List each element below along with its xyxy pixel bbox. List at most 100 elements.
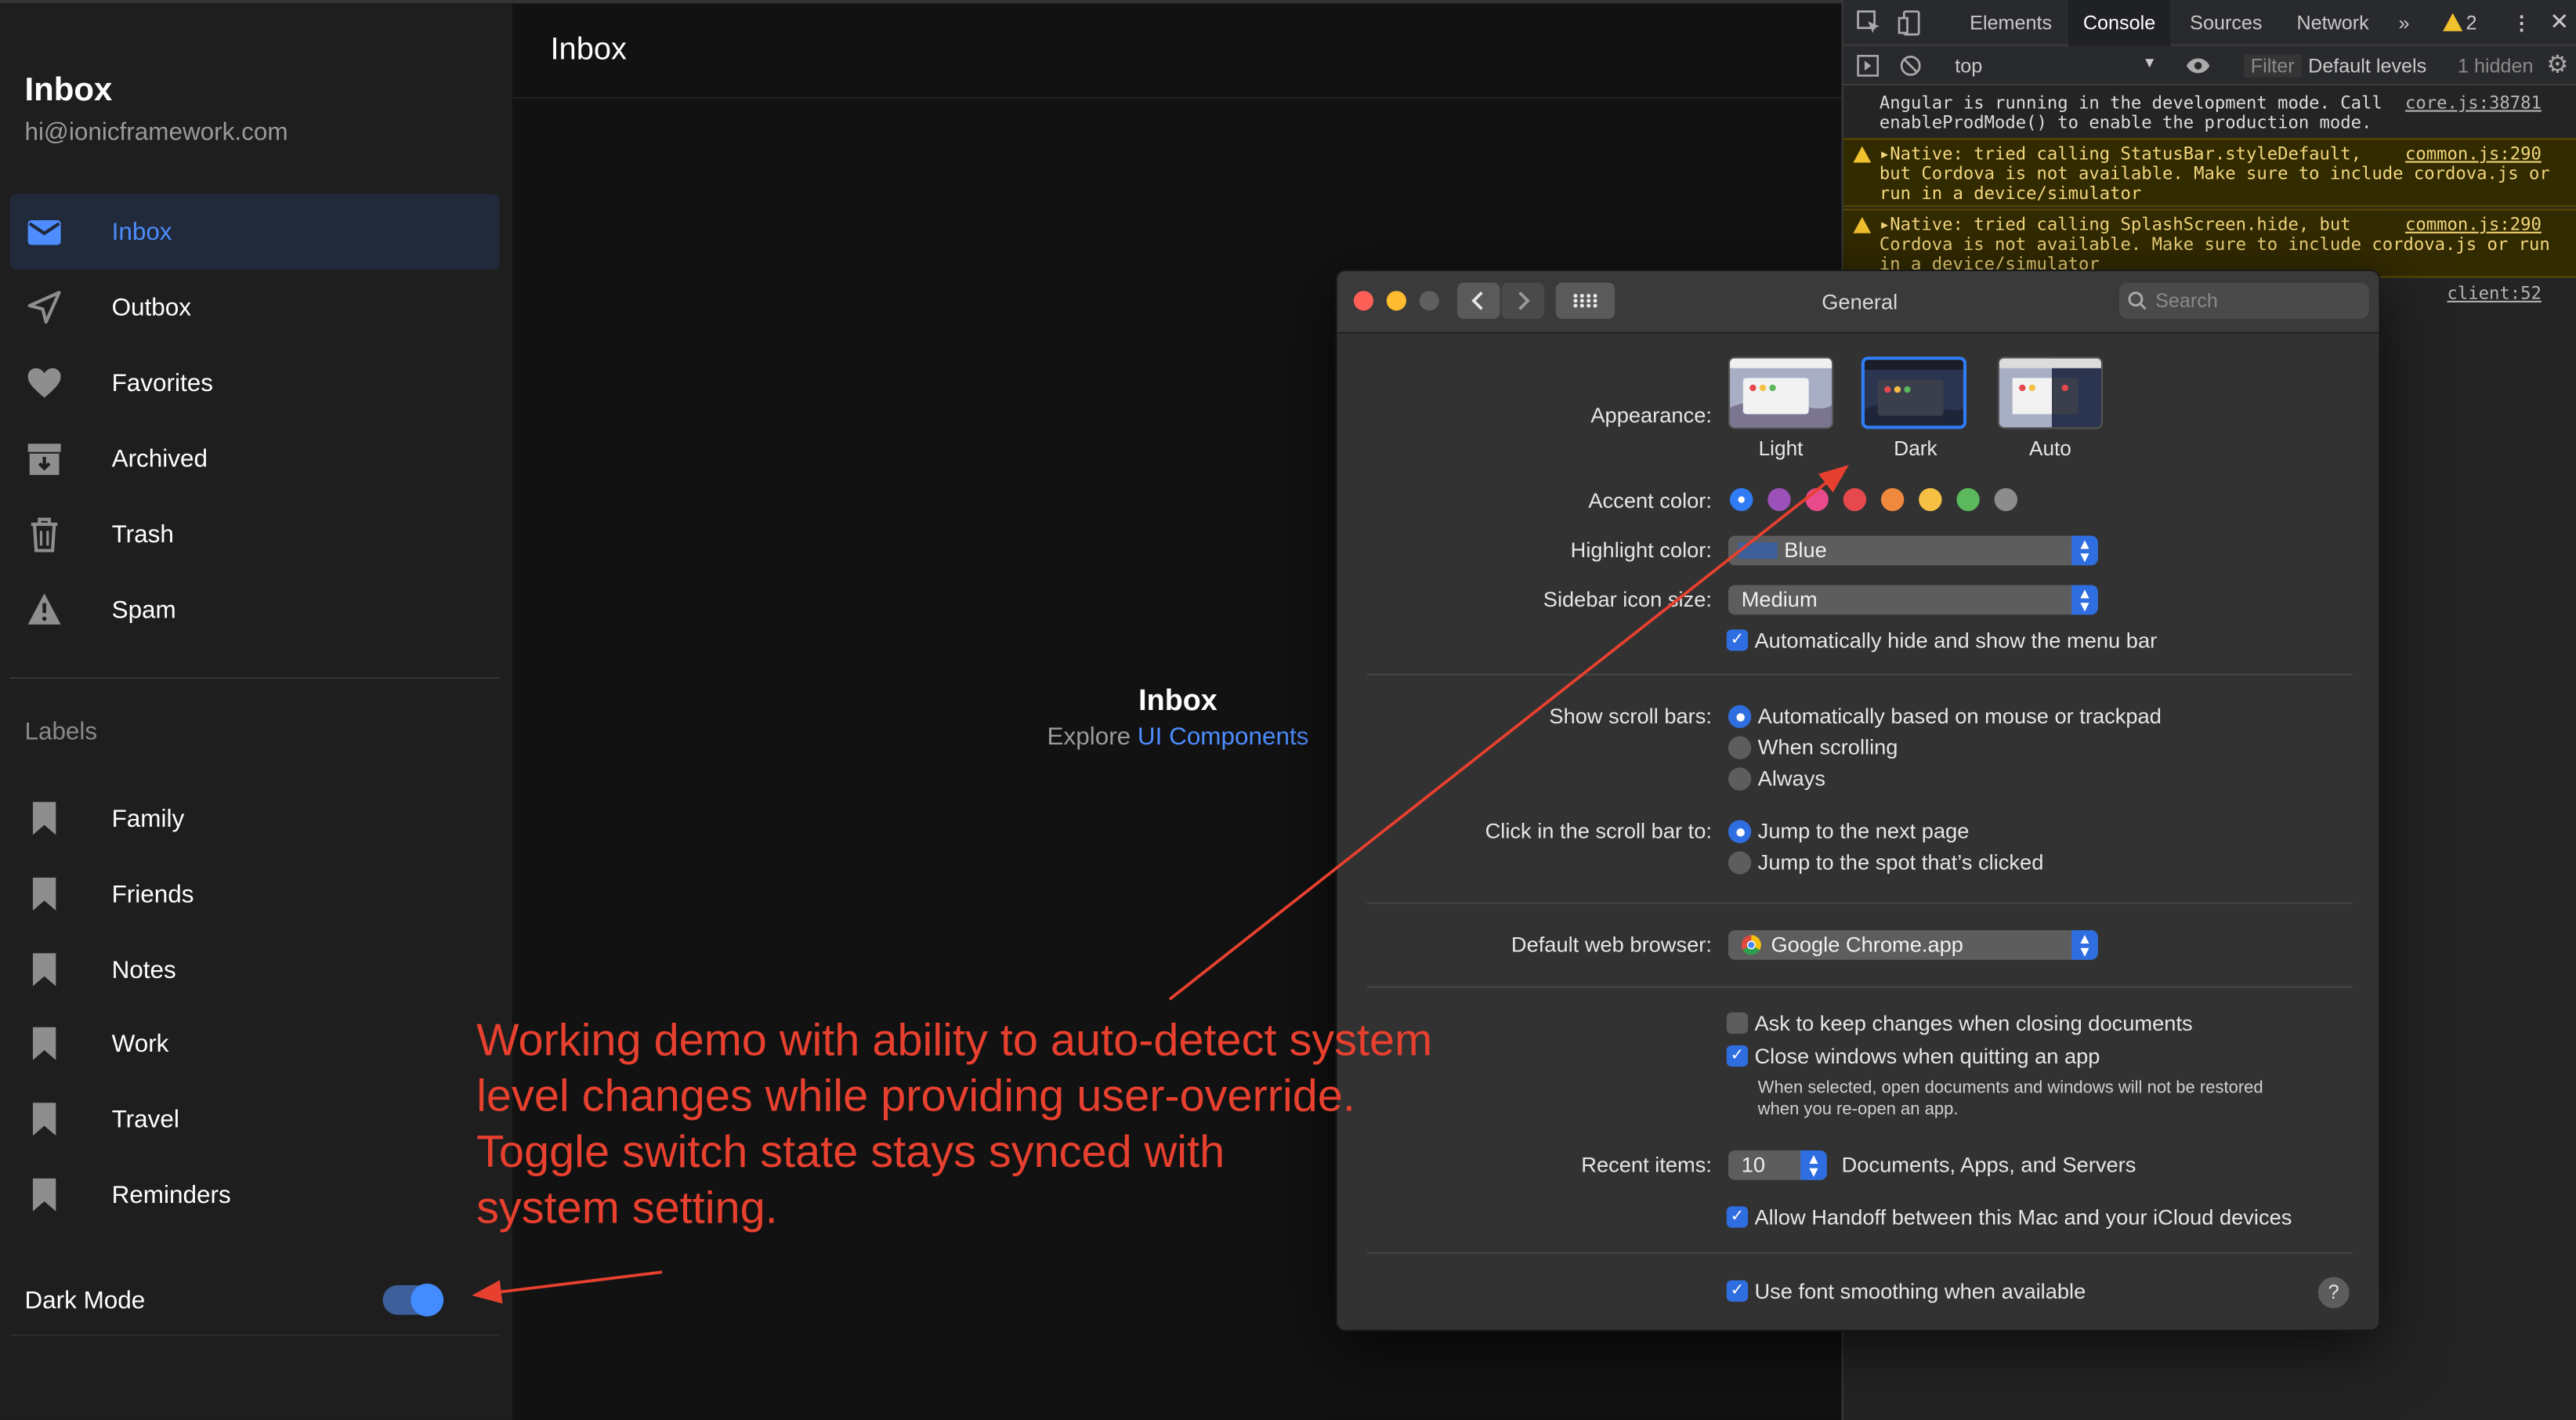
- log-levels-select[interactable]: Default levels: [2308, 54, 2426, 77]
- sidebar-item-label: Outbox: [111, 293, 192, 322]
- highlight-color-label: Highlight color:: [1570, 537, 1712, 563]
- accent-swatch-yellow[interactable]: [1919, 487, 1942, 512]
- dark-mode-toggle[interactable]: [382, 1283, 444, 1317]
- appearance-dark-option[interactable]: [1861, 357, 1966, 429]
- sidebar-item-spam[interactable]: Spam: [10, 572, 500, 647]
- section-divider: [1366, 1252, 2353, 1255]
- scroll-when-scrolling-radio[interactable]: [1728, 736, 1752, 759]
- sidebar-label-work[interactable]: Work: [10, 1005, 500, 1081]
- accent-swatch-orange[interactable]: [1880, 487, 1905, 512]
- warning-icon: [1853, 216, 1872, 234]
- sidebar-label-notes[interactable]: Notes: [10, 932, 500, 1007]
- light-preview-icon: [1730, 358, 1833, 428]
- font-smoothing-checkbox[interactable]: ✓: [1726, 1280, 1749, 1302]
- paper-plane-icon: [27, 291, 61, 324]
- inspect-icon[interactable]: [1856, 10, 1883, 37]
- recent-items-value: 10: [1741, 1152, 1766, 1177]
- section-divider: [1366, 673, 2353, 676]
- sidebar-toggle-icon[interactable]: [1856, 54, 1880, 77]
- screen-root: Inbox hi@ionicframework.com Inbox Outbox…: [0, 0, 2576, 1420]
- jump-next-page-radio[interactable]: [1728, 820, 1752, 843]
- close-windows-label: Close windows when quitting an app: [1754, 1043, 2100, 1069]
- console-message-text: Angular is running in the development mo…: [1879, 93, 2382, 133]
- eye-icon[interactable]: [2185, 56, 2212, 75]
- warning-count[interactable]: 2: [2466, 12, 2477, 34]
- handoff-label: Allow Handoff between this Mac and your …: [1754, 1204, 2292, 1230]
- sidebar-icon-size-select[interactable]: Medium ▲ ▼: [1728, 585, 2098, 615]
- accent-swatch-red[interactable]: [1843, 487, 1867, 512]
- close-icon[interactable]: ✕: [2549, 8, 2569, 36]
- tab-sources[interactable]: Sources: [2190, 12, 2262, 34]
- sidebar-item-label: Reminders: [111, 1180, 231, 1209]
- console-message-text: ▸Native: tried calling StatusBar.styleDe…: [1879, 144, 2550, 205]
- sidebar-label-family[interactable]: Family: [10, 781, 500, 856]
- accent-swatch-pink[interactable]: [1805, 487, 1829, 512]
- sidebar-item-favorites[interactable]: Favorites: [10, 345, 500, 420]
- sidebar-item-label: Inbox: [111, 217, 172, 246]
- menubar-checkbox[interactable]: ✓: [1726, 629, 1749, 651]
- dark-preview-icon: [1864, 360, 1963, 426]
- close-windows-checkbox[interactable]: ✓: [1726, 1045, 1749, 1067]
- highlight-color-select[interactable]: Blue ▲ ▼: [1728, 535, 2098, 566]
- kebab-menu-icon[interactable]: ⋮: [2512, 12, 2531, 34]
- recent-items-select[interactable]: 10 ▲ ▼: [1728, 1150, 1827, 1180]
- jump-next-page-label: Jump to the next page: [1757, 818, 1970, 843]
- tab-elements[interactable]: Elements: [1970, 12, 2052, 34]
- handoff-checkbox[interactable]: ✓: [1726, 1206, 1749, 1228]
- accent-swatch-purple[interactable]: [1767, 487, 1791, 512]
- click-scroll-label: Click in the scroll bar to:: [1485, 818, 1712, 843]
- console-message-source[interactable]: core.js:38781: [2405, 94, 2542, 114]
- console-message-source[interactable]: client:52: [2448, 284, 2542, 304]
- labels-header: Labels: [24, 718, 98, 747]
- sidebar-item-label: Work: [111, 1029, 169, 1058]
- sidebar-item-label: Notes: [111, 955, 176, 984]
- appearance-auto-option[interactable]: [1997, 357, 2104, 429]
- gear-icon[interactable]: ⚙: [2546, 49, 2568, 79]
- tab-network[interactable]: Network: [2296, 12, 2368, 34]
- jump-spot-radio[interactable]: [1728, 851, 1752, 875]
- sidebar-item-label: Travel: [111, 1105, 179, 1134]
- scroll-auto-radio[interactable]: [1728, 705, 1752, 729]
- main-header: Inbox: [512, 3, 1843, 99]
- scroll-always-label: Always: [1757, 766, 1826, 791]
- ask-keep-changes-label: Ask to keep changes when closing documen…: [1754, 1010, 2193, 1036]
- accent-swatch-graphite[interactable]: [1994, 487, 2017, 512]
- recent-items-suffix: Documents, Apps, and Servers: [1841, 1152, 2136, 1177]
- console-message-source[interactable]: common.js:290: [2405, 145, 2542, 165]
- accent-swatch-blue[interactable]: [1730, 487, 1753, 512]
- ui-components-link[interactable]: UI Components: [1138, 723, 1309, 752]
- accent-swatch-green[interactable]: [1956, 487, 1980, 512]
- sidebar-label-travel[interactable]: Travel: [10, 1081, 500, 1157]
- font-smoothing-label: Use font smoothing when available: [1754, 1278, 2086, 1304]
- search-input[interactable]: Search: [2119, 282, 2369, 319]
- bookmark-icon: [32, 802, 56, 835]
- sidebar-item-label: Friends: [111, 880, 194, 908]
- more-tabs-button[interactable]: »: [2398, 12, 2409, 34]
- console-toolbar: top ▼ Filter Default levels 1 hidden ⚙: [1843, 45, 2576, 86]
- tab-console[interactable]: Console: [2068, 0, 2171, 46]
- appearance-light-option[interactable]: [1728, 357, 1834, 429]
- clear-console-icon[interactable]: [1899, 54, 1922, 77]
- console-message: Angular is running in the development mo…: [1843, 89, 2576, 136]
- console-message-source[interactable]: common.js:290: [2405, 216, 2542, 235]
- bookmark-icon: [32, 1178, 56, 1212]
- sidebar-item-label: Archived: [111, 444, 208, 473]
- default-browser-value: Google Chrome.app: [1771, 932, 1963, 957]
- bookmark-icon: [32, 877, 56, 911]
- scroll-always-radio[interactable]: [1728, 767, 1752, 791]
- help-button[interactable]: ?: [2317, 1277, 2350, 1309]
- ask-keep-changes-checkbox[interactable]: [1726, 1012, 1749, 1034]
- sidebar-item-trash[interactable]: Trash: [10, 496, 500, 571]
- default-browser-select[interactable]: Google Chrome.app ▲ ▼: [1728, 930, 2098, 960]
- sidebar-label-reminders[interactable]: Reminders: [10, 1157, 500, 1232]
- console-warning: ▸Native: tried calling StatusBar.styleDe…: [1843, 138, 2576, 208]
- console-filter-input[interactable]: Filter: [2244, 54, 2302, 78]
- sidebar-item-archived[interactable]: Archived: [10, 421, 500, 496]
- context-select[interactable]: top: [1955, 54, 1982, 77]
- sidebar-label-friends[interactable]: Friends: [10, 857, 500, 932]
- bookmark-icon: [32, 953, 56, 987]
- sidebar-item-outbox[interactable]: Outbox: [10, 270, 500, 345]
- sidebar-item-label: Spam: [111, 596, 176, 624]
- sidebar-item-inbox[interactable]: Inbox: [9, 194, 500, 270]
- device-toolbar-icon[interactable]: [1898, 10, 1924, 37]
